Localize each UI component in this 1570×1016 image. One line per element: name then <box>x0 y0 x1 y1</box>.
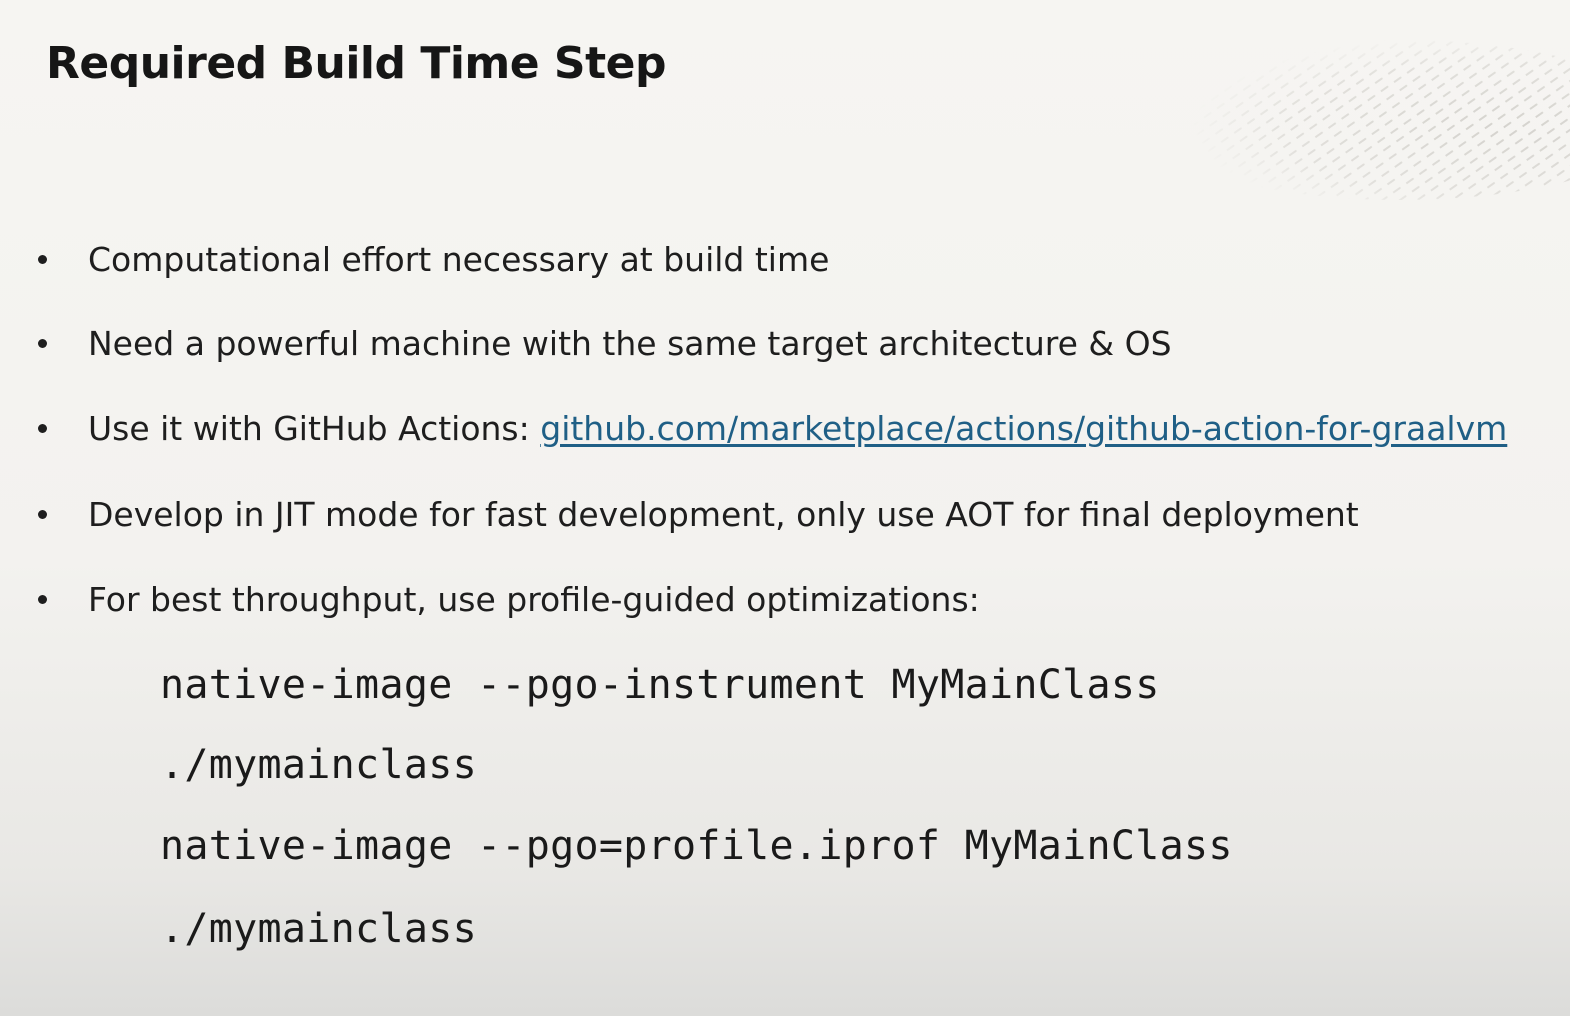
bullet-text: Computational effort necessary at build … <box>88 239 830 279</box>
github-action-link[interactable]: github.com/marketplace/actions/github-ac… <box>540 409 1507 448</box>
code-line: ./mymainclass <box>160 742 477 788</box>
bullet-item: Computational effort necessary at build … <box>38 237 829 281</box>
bullet-item: For best throughput, use profile-guided … <box>38 577 980 621</box>
code-line: native-image --pgo-instrument MyMainClas… <box>160 662 1160 708</box>
bullet-icon <box>38 254 47 264</box>
bullet-icon <box>38 338 47 348</box>
bullet-icon <box>38 423 47 433</box>
code-line: native-image --pgo=profile.iprof MyMainC… <box>160 823 1233 869</box>
bullet-text-prefix: Use it with GitHub Actions: <box>88 408 541 448</box>
bullet-item: Need a powerful machine with the same ta… <box>38 321 1172 365</box>
bullet-text: Need a powerful machine with the same ta… <box>88 323 1172 363</box>
code-line: ./mymainclass <box>160 906 477 952</box>
bullet-text: Use it with GitHub Actions: github.com/m… <box>88 409 1507 448</box>
bullet-icon <box>38 594 47 604</box>
bullet-text: Develop in JIT mode for fast development… <box>88 494 1359 534</box>
bullet-item: Use it with GitHub Actions: github.com/m… <box>38 406 1507 450</box>
bullet-text: For best throughput, use profile-guided … <box>88 579 980 619</box>
bullet-item: Develop in JIT mode for fast development… <box>38 492 1359 536</box>
slide: Required Build Time Step Computational e… <box>0 0 1570 1016</box>
bullet-icon <box>38 509 47 519</box>
